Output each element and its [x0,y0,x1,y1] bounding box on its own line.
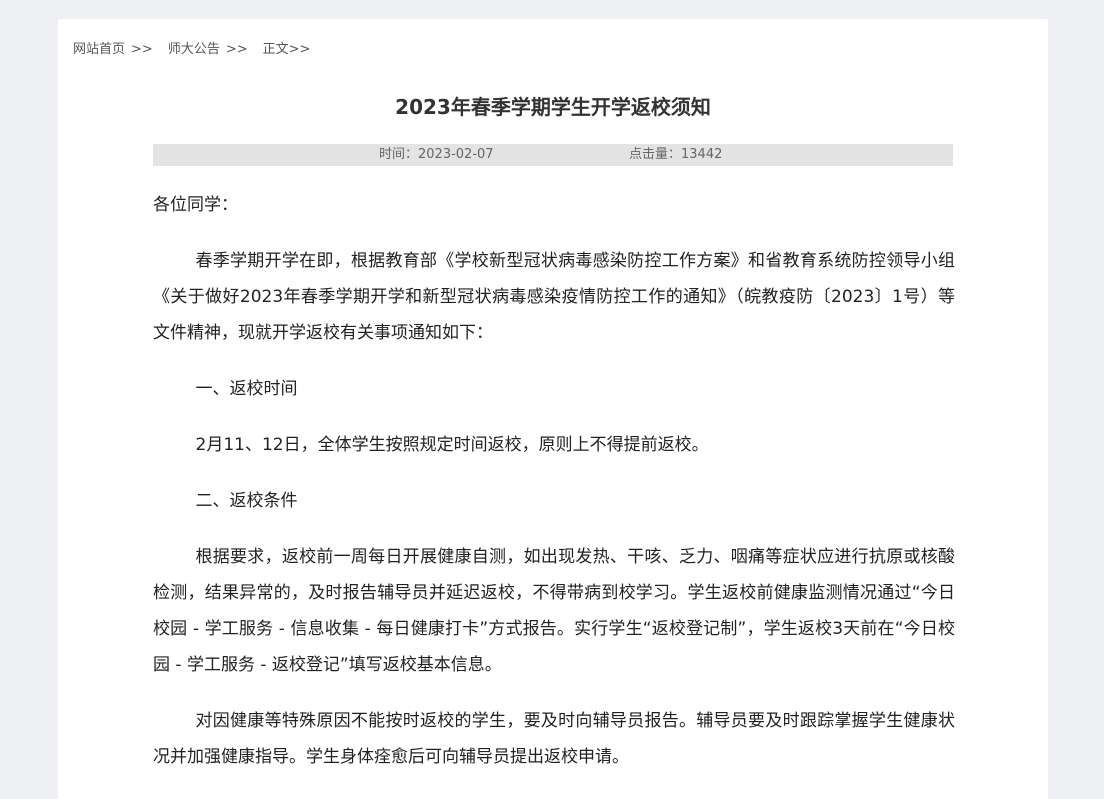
article-meta-bar: 时间：2023-02-07 点击量：13442 [153,144,953,166]
section-heading-return-time: 一、返校时间 [195,379,298,399]
click-count-value: 13442 [681,147,723,162]
breadcrumb-separator: >> [288,42,311,57]
article-body: 各位同学： 春季学期开学在即，根据教育部《学校新型冠状病毒感染防控工作方案》和省… [153,187,955,795]
article-page: 网站首页 >> 师大公告 >> 正文>> 2023年春季学期学生开学返校须知 时间：20… [58,19,1048,799]
click-count: 点击量：13442 [629,144,722,166]
breadcrumb-home-link[interactable]: 网站首页 [73,42,125,57]
breadcrumb-separator: >> [225,42,248,57]
publish-date: 时间：2023-02-07 [379,144,494,166]
return-time-paragraph: 2月11、12日，全体学生按照规定时间返校，原则上不得提前返校。 [195,435,709,455]
breadcrumb-section-link[interactable]: 师大公告 [168,42,220,57]
breadcrumb-separator: >> [131,42,153,57]
section-heading-return-conditions: 二、返校条件 [195,491,298,511]
article-title: 2023年春季学期学生开学返校须知 [395,95,711,119]
salutation-paragraph: 各位同学： [153,195,238,215]
special-cases-paragraph: 对因健康等特殊原因不能按时返校的学生，要及时向辅导员报告。辅导员要及时跟踪掌握学… [153,711,955,767]
breadcrumb-current-link[interactable]: 正文 [263,42,289,57]
return-conditions-paragraph: 根据要求，返校前一周每日开展健康自测，如出现发热、干咳、乏力、咽痛等症状应进行抗… [153,547,955,675]
intro-paragraph: 春季学期开学在即，根据教育部《学校新型冠状病毒感染防控工作方案》和省教育系统防控… [153,251,955,343]
publish-date-value: 2023-02-07 [418,147,494,162]
breadcrumb: 网站首页 >> 师大公告 >> 正文>> [73,38,310,57]
click-count-label: 点击量： [629,147,682,162]
publish-date-label: 时间： [379,147,419,162]
